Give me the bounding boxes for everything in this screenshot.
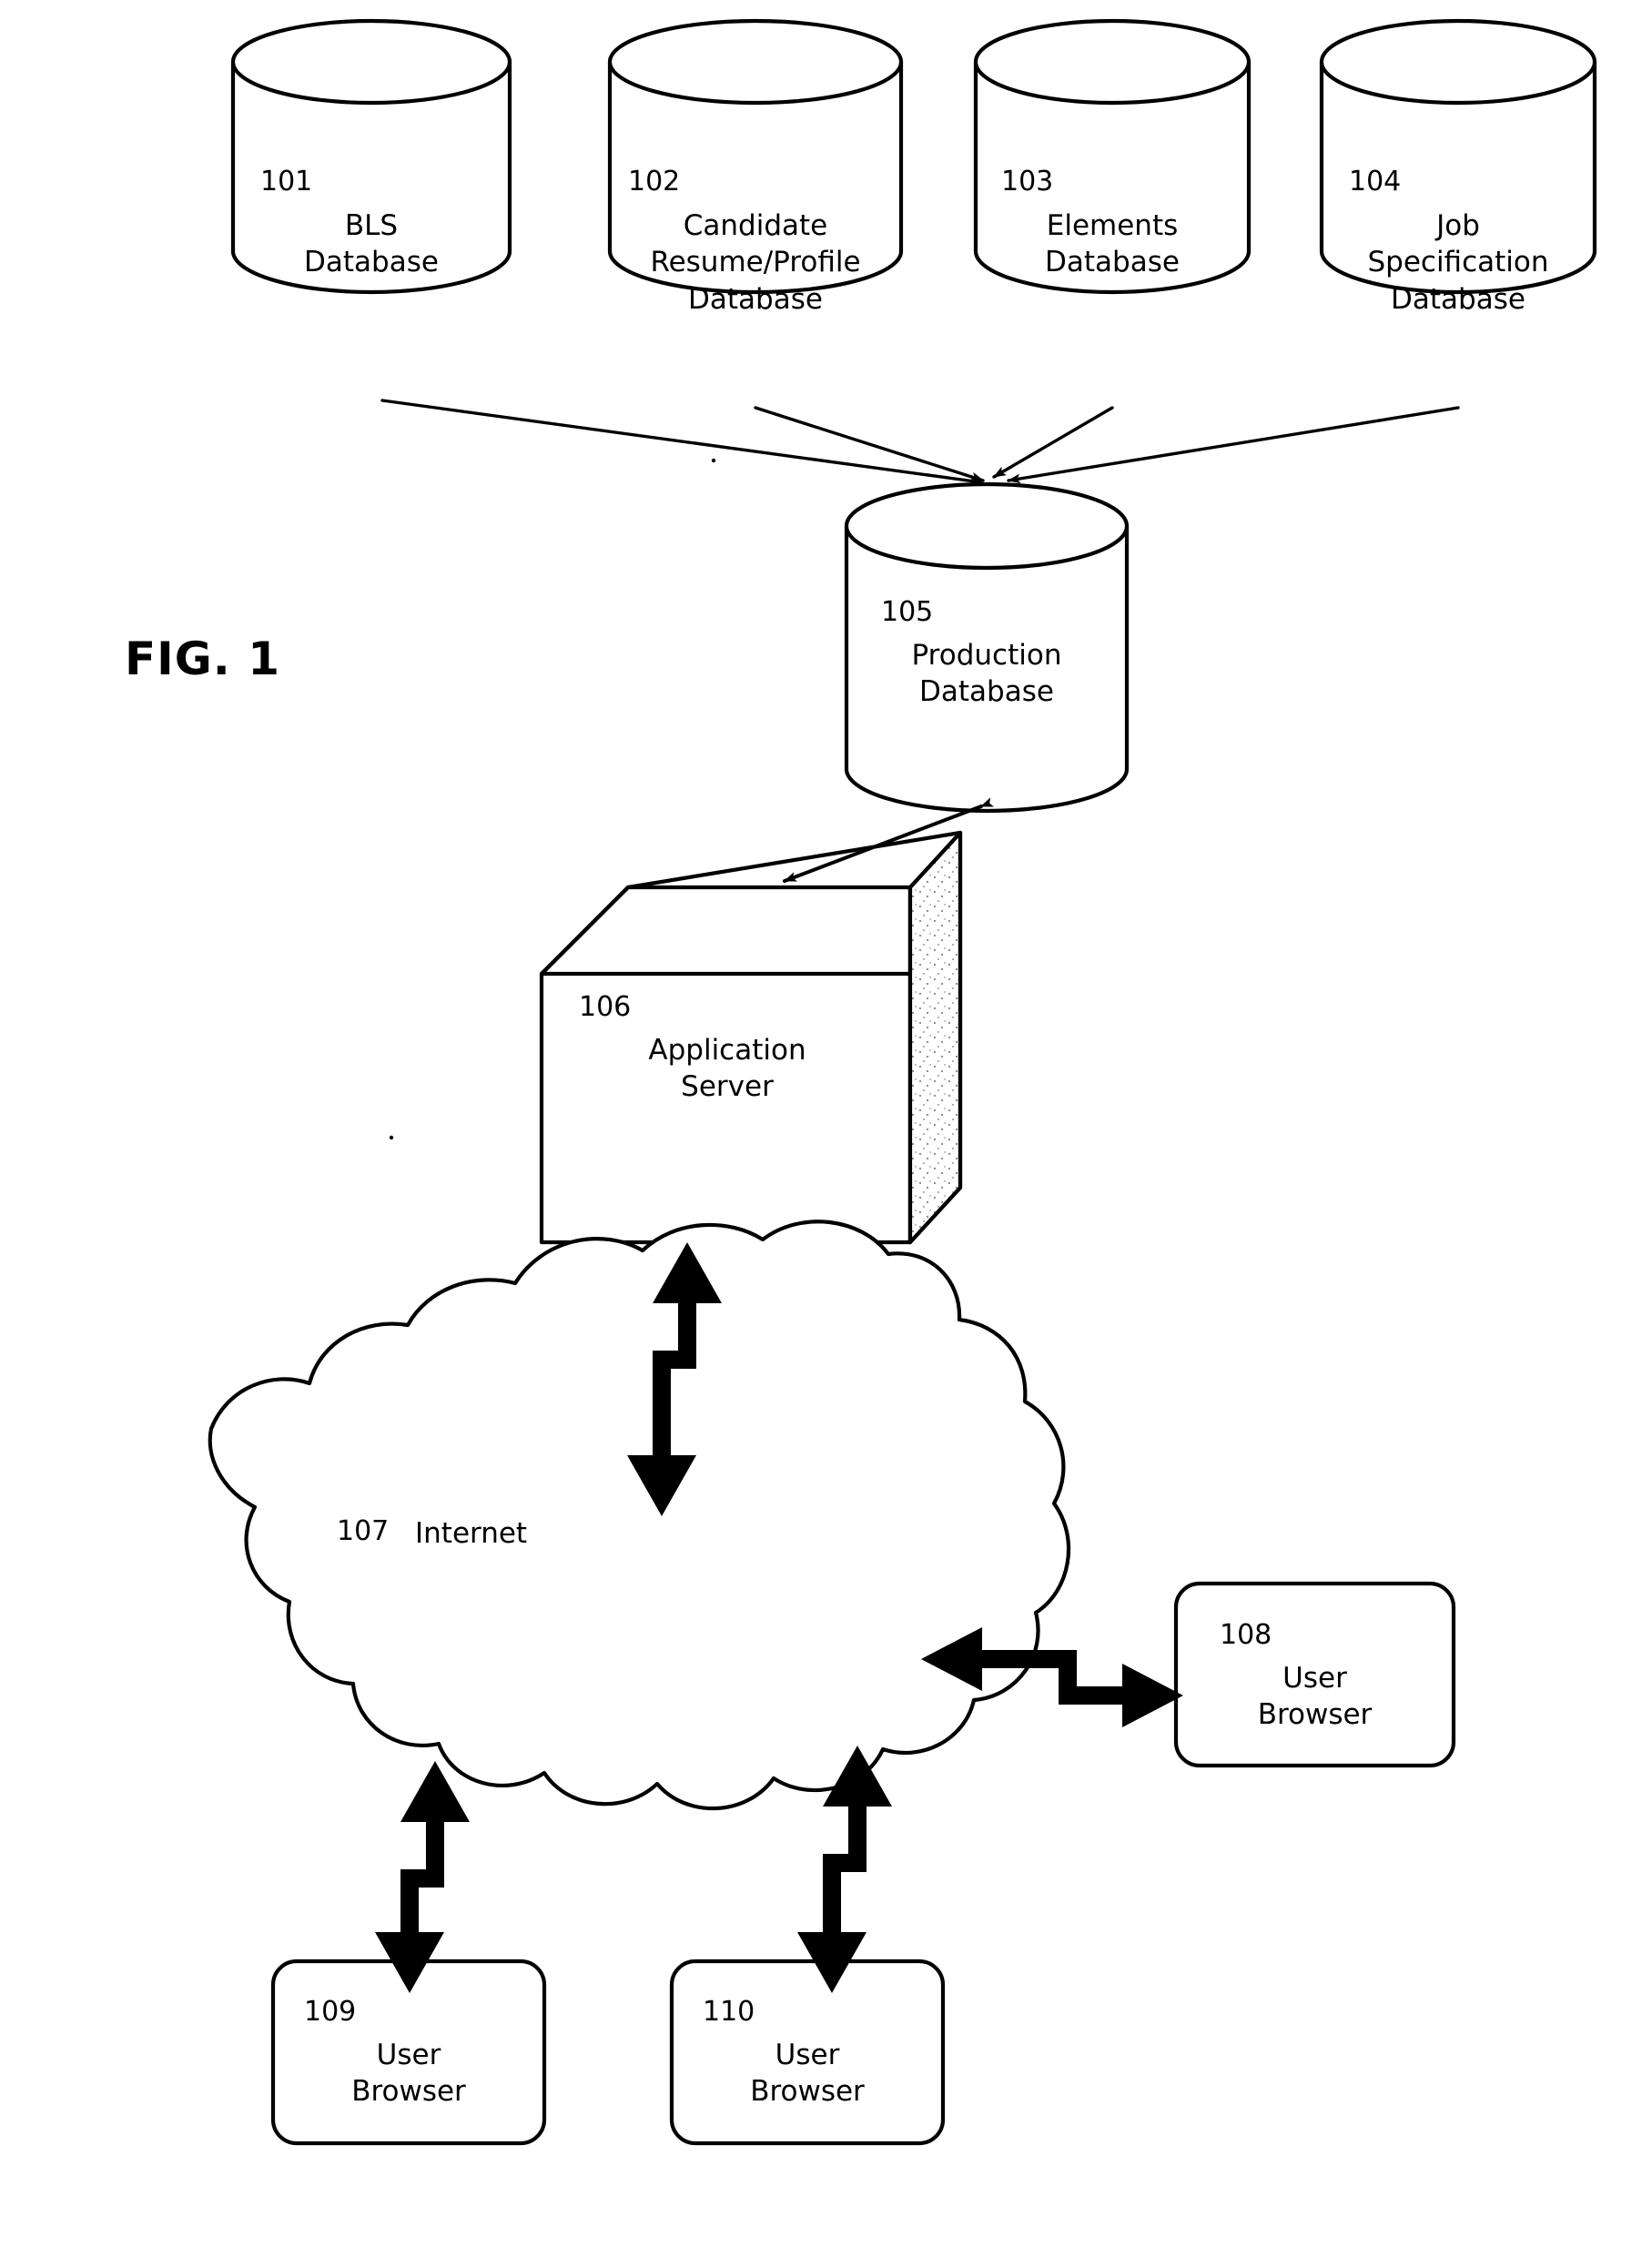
label-candidate-resume-profile-database: Candidate Resume/Profile Database (650, 209, 861, 316)
ref-num-101: 101 (260, 166, 313, 197)
ref-num-109: 109 (304, 1996, 357, 2028)
ref-num-105: 105 (881, 596, 934, 628)
label-bls-database: BLS Database (304, 209, 439, 279)
label-elements-database: Elements Database (1045, 209, 1180, 279)
label-job-specification-database: Job Specification Database (1367, 209, 1549, 316)
arrow-107-109 (375, 1761, 470, 1993)
ref-num-107: 107 (337, 1515, 390, 1547)
ref-num-110: 110 (703, 1996, 755, 2028)
label-internet: Internet (415, 1517, 528, 1550)
label-user-browser-110: User Browser (750, 2039, 865, 2109)
diagram-artwork (208, 18, 1597, 2146)
label-user-browser-108: User Browser (1257, 1662, 1373, 1732)
ref-num-108: 108 (1220, 1619, 1272, 1651)
ref-num-102: 102 (628, 166, 681, 197)
ref-num-104: 104 (1349, 166, 1402, 197)
figure-title: FIG. 1 (125, 633, 280, 685)
label-user-browser-109: User Browser (351, 2039, 466, 2109)
label-production-database: Production Database (911, 639, 1062, 709)
label-application-server: Application Server (648, 1034, 806, 1104)
ref-num-106: 106 (579, 991, 632, 1023)
converging-arrows (380, 399, 1460, 486)
figure-canvas: FIG. 1 101 BLS Database 102 Candidate Resu… (0, 0, 1652, 2247)
ref-num-103: 103 (1001, 166, 1054, 197)
